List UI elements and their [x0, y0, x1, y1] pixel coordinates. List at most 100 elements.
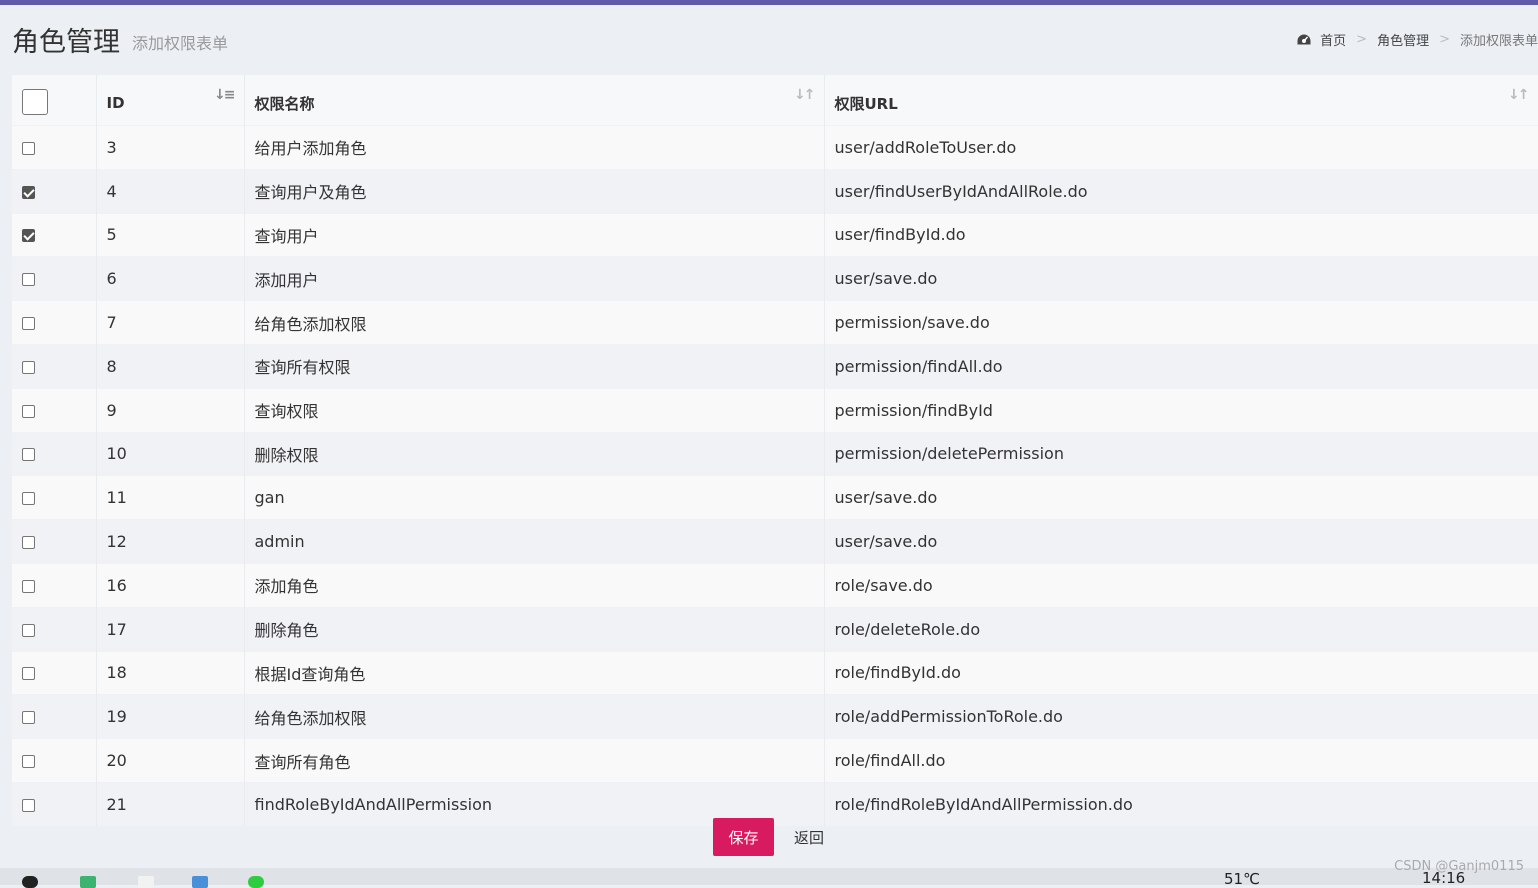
- table-row[interactable]: 17 删除角色 role/deleteRole.do: [12, 606, 1538, 652]
- table-row[interactable]: 6 添加用户 user/save.do: [12, 256, 1538, 301]
- row-select-cell: [12, 475, 97, 520]
- cell-id: 12: [96, 519, 245, 564]
- sort-icon[interactable]: ↓↑: [794, 87, 816, 103]
- sort-icon[interactable]: ↓↑: [1508, 87, 1530, 103]
- column-header-id[interactable]: ID ↓≡: [96, 75, 245, 126]
- row-select-cell: [12, 387, 97, 433]
- table-row[interactable]: 19 给角色添加权限 role/addPermissionToRole.do: [12, 694, 1538, 739]
- breadcrumb-separator: >: [1356, 32, 1368, 47]
- cell-id: 3: [96, 125, 245, 170]
- select-all-checkbox[interactable]: [22, 89, 48, 115]
- table-row[interactable]: 3 给用户添加角色 user/addRoleToUser.do: [12, 125, 1538, 170]
- os-taskbar: [0, 868, 1538, 885]
- row-checkbox[interactable]: [22, 404, 35, 418]
- cell-name: 根据Id查询角色: [244, 650, 825, 695]
- table-row[interactable]: 8 查询所有权限 permission/findAll.do: [12, 343, 1538, 389]
- row-checkbox[interactable]: [22, 448, 35, 462]
- row-checkbox[interactable]: [22, 492, 35, 506]
- row-select-cell: [12, 519, 97, 564]
- row-checkbox[interactable]: [22, 579, 35, 593]
- permission-table-container: ID ↓≡ 权限名称 ↓↑ 权限URL ↓↑ 3 给用户添加角色 user/addR…: [12, 75, 1538, 826]
- table-row[interactable]: 5 查询用户 user/findById.do: [12, 212, 1538, 257]
- row-checkbox[interactable]: [22, 623, 35, 637]
- row-checkbox[interactable]: [22, 360, 35, 374]
- cell-id: 10: [96, 431, 245, 476]
- column-header-url[interactable]: 权限URL ↓↑: [824, 75, 1538, 126]
- permission-table: ID ↓≡ 权限名称 ↓↑ 权限URL ↓↑ 3 给用户添加角色 user/addR…: [12, 75, 1538, 826]
- row-select-cell: [12, 168, 97, 214]
- taskbar-app-icon[interactable]: [80, 876, 96, 888]
- cell-url: role/findAll.do: [824, 738, 1538, 783]
- table-row[interactable]: 9 查询权限 permission/findById: [12, 387, 1538, 433]
- cell-name: 添加角色: [244, 562, 825, 608]
- row-select-cell: [12, 343, 97, 389]
- form-actions: 保存 返回: [0, 818, 1538, 856]
- cell-url: user/save.do: [824, 475, 1538, 520]
- cell-name: admin: [244, 519, 825, 564]
- table-row[interactable]: 20 查询所有角色 role/findAll.do: [12, 738, 1538, 783]
- table-row[interactable]: 4 查询用户及角色 user/findUserByIdAndAllRole.do: [12, 168, 1538, 214]
- cell-id: 8: [96, 343, 245, 389]
- cell-name: 给角色添加权限: [244, 694, 825, 739]
- row-checkbox[interactable]: [22, 273, 35, 287]
- row-select-cell: [12, 256, 97, 301]
- taskbar-app-icon[interactable]: [192, 876, 208, 888]
- row-checkbox[interactable]: [22, 755, 35, 769]
- cell-url: role/addPermissionToRole.do: [824, 694, 1538, 739]
- cell-name: 删除权限: [244, 431, 825, 476]
- table-header-row: ID ↓≡ 权限名称 ↓↑ 权限URL ↓↑: [12, 75, 1538, 126]
- cell-name: 查询用户及角色: [244, 168, 825, 214]
- row-select-cell: [12, 738, 97, 783]
- cell-name: 添加用户: [244, 256, 825, 301]
- save-button[interactable]: 保存: [713, 818, 774, 856]
- taskbar-app-icon[interactable]: [22, 876, 38, 888]
- row-checkbox[interactable]: [22, 229, 35, 243]
- breadcrumb-home-link[interactable]: 首页: [1320, 30, 1346, 49]
- row-select-cell: [12, 694, 97, 739]
- cell-id: 5: [96, 212, 245, 257]
- cell-url: permission/findById: [824, 387, 1538, 433]
- table-row[interactable]: 7 给角色添加权限 permission/save.do: [12, 300, 1538, 345]
- cell-url: permission/deletePermission: [824, 431, 1538, 476]
- taskbar-temperature: 51℃: [1224, 870, 1260, 888]
- row-checkbox[interactable]: [22, 185, 35, 199]
- breadcrumb-separator: >: [1439, 32, 1450, 47]
- cell-name: 删除角色: [244, 606, 825, 652]
- table-row[interactable]: 11 gan user/save.do: [12, 475, 1538, 520]
- table-body: 3 给用户添加角色 user/addRoleToUser.do 4 查询用户及角色 use…: [12, 125, 1538, 826]
- cell-url: user/findById.do: [824, 212, 1538, 257]
- page-title: 角色管理: [12, 27, 120, 58]
- cell-id: 20: [96, 738, 245, 783]
- row-select-cell: [12, 606, 97, 652]
- table-row[interactable]: 18 根据Id查询角色 role/findById.do: [12, 650, 1538, 695]
- row-select-cell: [12, 212, 97, 257]
- back-button[interactable]: 返回: [784, 818, 834, 856]
- row-select-cell: [12, 300, 97, 345]
- cell-id: 6: [96, 256, 245, 301]
- table-row[interactable]: 16 添加角色 role/save.do: [12, 562, 1538, 608]
- column-header-name[interactable]: 权限名称 ↓↑: [244, 75, 825, 126]
- table-row[interactable]: 10 删除权限 permission/deletePermission: [12, 431, 1538, 476]
- cell-id: 18: [96, 650, 245, 695]
- row-checkbox[interactable]: [22, 536, 35, 550]
- breadcrumb-current: 添加权限表单: [1459, 34, 1538, 49]
- cell-url: user/save.do: [824, 519, 1538, 564]
- cell-url: user/save.do: [824, 256, 1538, 301]
- row-checkbox[interactable]: [22, 317, 35, 331]
- taskbar-app-icon[interactable]: [138, 876, 154, 888]
- cell-id: 19: [96, 694, 245, 739]
- cell-name: 查询用户: [244, 212, 825, 257]
- row-select-cell: [12, 125, 97, 170]
- row-checkbox[interactable]: [22, 711, 35, 725]
- row-checkbox[interactable]: [22, 667, 35, 681]
- taskbar-app-icon[interactable]: [248, 876, 264, 888]
- row-select-cell: [12, 431, 97, 476]
- sort-asc-icon[interactable]: ↓≡: [214, 87, 236, 103]
- cell-name: gan: [244, 475, 825, 520]
- cell-id: 9: [96, 387, 245, 433]
- row-checkbox[interactable]: [22, 141, 35, 155]
- cell-url: permission/findAll.do: [824, 343, 1538, 389]
- table-row[interactable]: 12 admin user/save.do: [12, 519, 1538, 564]
- breadcrumb-parent-link[interactable]: 角色管理: [1377, 30, 1429, 49]
- row-checkbox[interactable]: [22, 798, 35, 812]
